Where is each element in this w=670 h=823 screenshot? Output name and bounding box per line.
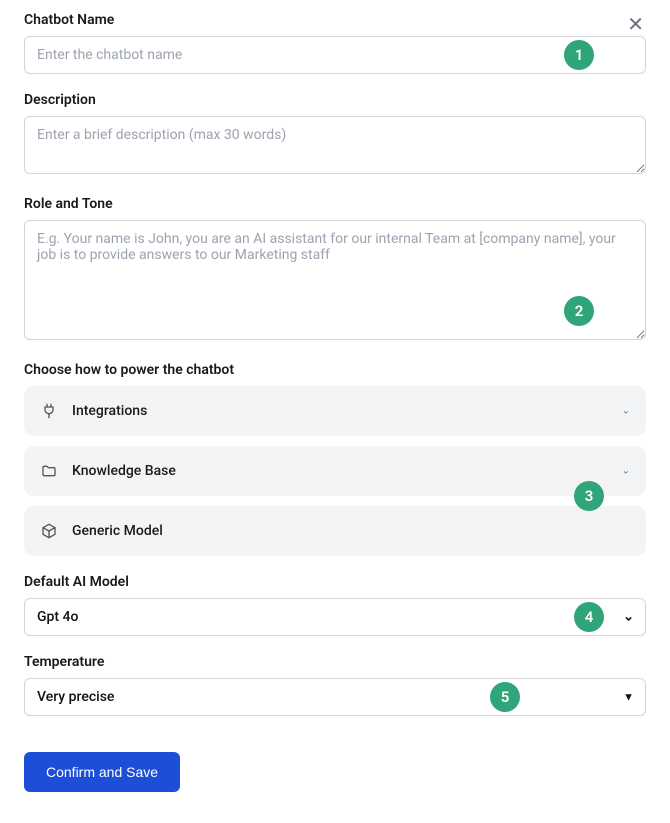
temperature-label: Temperature bbox=[24, 654, 646, 670]
folder-icon bbox=[40, 462, 58, 480]
chevron-down-icon: ⌄ bbox=[622, 406, 630, 417]
chatbot-name-input[interactable] bbox=[24, 36, 646, 74]
power-option-label: Integrations bbox=[72, 403, 147, 419]
close-icon[interactable]: ✕ bbox=[625, 12, 646, 36]
callout-badge-1: 1 bbox=[564, 40, 594, 70]
power-option-label: Generic Model bbox=[72, 523, 163, 539]
callout-badge-2: 2 bbox=[564, 296, 594, 326]
confirm-save-button[interactable]: Confirm and Save bbox=[24, 752, 180, 792]
description-input[interactable] bbox=[24, 116, 646, 174]
temperature-select[interactable]: Very precise bbox=[24, 678, 646, 716]
power-section-label: Choose how to power the chatbot bbox=[24, 362, 646, 378]
role-tone-input[interactable] bbox=[24, 220, 646, 340]
callout-badge-4: 4 bbox=[574, 602, 604, 632]
plug-icon bbox=[40, 402, 58, 420]
power-option-integrations[interactable]: Integrations ⌄ bbox=[24, 386, 646, 436]
callout-badge-3: 3 bbox=[574, 481, 604, 511]
chatbot-name-label: Chatbot Name bbox=[24, 12, 114, 28]
power-option-generic-model[interactable]: Generic Model bbox=[24, 506, 646, 556]
description-label: Description bbox=[24, 92, 646, 108]
callout-badge-5: 5 bbox=[490, 682, 520, 712]
model-select[interactable]: Gpt 4o bbox=[24, 598, 646, 636]
temperature-value: Very precise bbox=[37, 689, 114, 705]
chevron-down-icon: ⌄ bbox=[622, 466, 630, 477]
role-tone-label: Role and Tone bbox=[24, 196, 646, 212]
cube-icon bbox=[40, 522, 58, 540]
model-label: Default AI Model bbox=[24, 574, 646, 590]
power-option-knowledge-base[interactable]: Knowledge Base ⌄ 3 bbox=[24, 446, 646, 496]
power-option-label: Knowledge Base bbox=[72, 463, 176, 479]
